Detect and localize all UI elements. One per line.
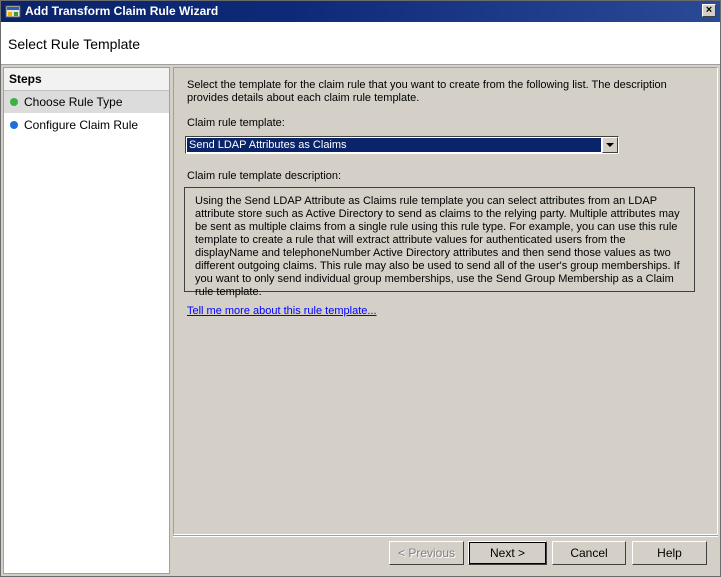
description-box: Using the Send LDAP Attribute as Claims … xyxy=(184,187,695,298)
description-label: Claim rule template description: xyxy=(187,170,342,182)
close-icon: × xyxy=(705,4,713,16)
steps-heading: Steps xyxy=(4,68,169,91)
wizard-header: Select Rule Template xyxy=(1,22,720,65)
wizard-app-icon xyxy=(5,5,21,18)
window-title: Add Transform Claim Rule Wizard xyxy=(25,4,219,18)
title-bar[interactable]: Add Transform Claim Rule Wizard × xyxy=(1,1,720,22)
step-configure-claim-rule[interactable]: Configure Claim Rule xyxy=(4,114,169,136)
step-label: Configure Claim Rule xyxy=(24,118,139,132)
step-pending-icon xyxy=(10,121,18,129)
cancel-button[interactable]: Cancel xyxy=(552,541,626,565)
steps-heading-label: Steps xyxy=(9,72,42,86)
description-text: Using the Send LDAP Attribute as Claims … xyxy=(195,195,680,298)
step-label: Choose Rule Type xyxy=(24,95,123,109)
help-button[interactable]: Help xyxy=(632,541,707,565)
previous-button[interactable]: < Previous xyxy=(389,541,464,565)
template-label: Claim rule template: xyxy=(187,117,285,129)
next-button[interactable]: Next > xyxy=(468,541,547,565)
step-complete-icon xyxy=(10,98,18,106)
wizard-window: Add Transform Claim Rule Wizard × Select… xyxy=(0,0,721,577)
page-title: Select Rule Template xyxy=(8,36,141,52)
steps-panel: Steps Choose Rule Type Configure Claim R… xyxy=(3,67,170,574)
chevron-down-icon[interactable] xyxy=(602,137,618,153)
template-select[interactable]: Send LDAP Attributes as Claims xyxy=(185,136,619,154)
footer-divider xyxy=(173,535,718,537)
intro-text: Select the template for the claim rule t… xyxy=(187,79,667,104)
help-link[interactable]: Tell me more about this rule template... xyxy=(187,305,377,317)
close-button[interactable]: × xyxy=(702,4,716,17)
template-select-value: Send LDAP Attributes as Claims xyxy=(187,138,601,152)
step-choose-rule-type[interactable]: Choose Rule Type xyxy=(4,91,169,113)
